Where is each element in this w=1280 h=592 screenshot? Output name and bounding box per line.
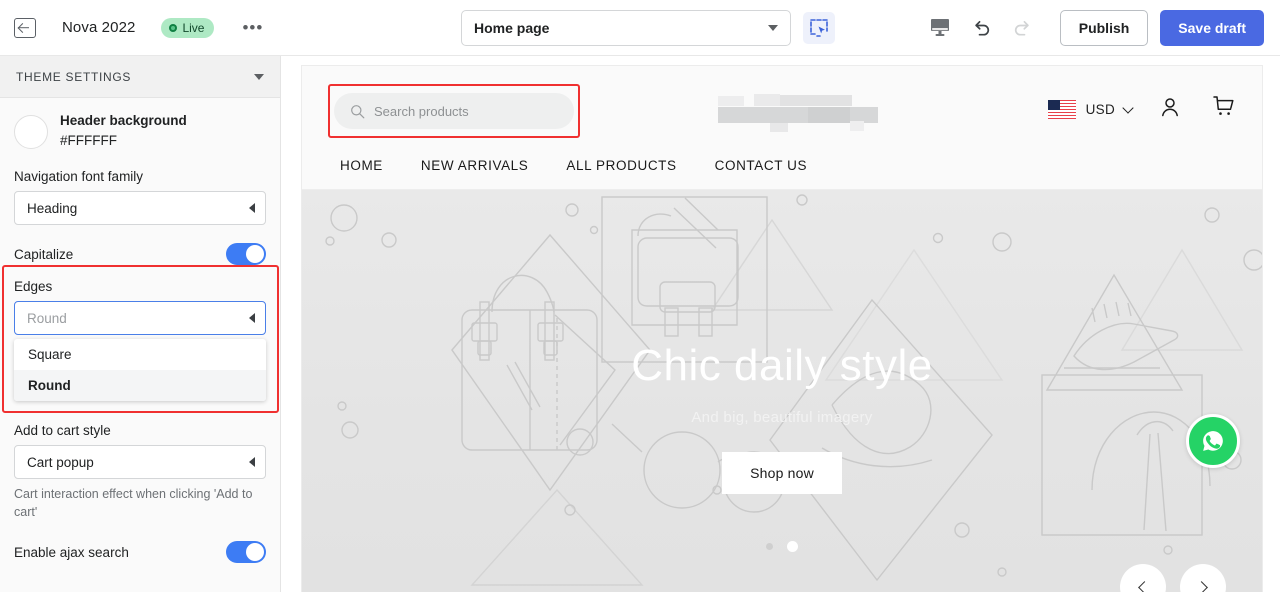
capitalize-label: Capitalize [14,246,74,262]
capitalize-toggle[interactable] [226,243,266,266]
save-draft-button[interactable]: Save draft [1160,10,1264,46]
theme-settings-header[interactable]: THEME SETTINGS [0,56,280,98]
toolbar-right-group: Publish Save draft [918,0,1264,56]
nav-item-home[interactable]: HOME [340,158,383,173]
redo-icon [1002,17,1042,39]
status-badge-live: Live [161,17,215,38]
shop-name-label: Nova 2022 [62,19,136,36]
toolbar-left-group: Nova 2022 Live ••• [0,17,269,38]
navigation-font-value: Heading [27,200,78,216]
chevron-down-icon[interactable] [1122,101,1134,114]
select-tool-button[interactable] [803,12,835,44]
carousel-dot-2[interactable] [787,541,799,553]
nav-item-contact-us[interactable]: CONTACT US [715,158,808,173]
edges-option-round[interactable]: Round [14,370,266,402]
publish-button[interactable]: Publish [1059,10,1149,46]
us-flag-icon [1047,100,1076,119]
more-options-button[interactable]: ••• [236,19,269,37]
edges-label: Edges [14,279,53,295]
whatsapp-chat-button[interactable] [1186,414,1240,468]
chevron-left-icon [249,203,255,214]
chevron-right-icon [1195,580,1208,592]
chevron-left-icon [249,313,255,324]
edges-setting: Edges Round Square Round [14,279,266,402]
add-to-cart-style-label: Add to cart style [14,423,111,439]
shopping-cart-icon[interactable] [1210,94,1236,125]
add-to-cart-help-text: Cart interaction effect when clicking 'A… [14,487,253,520]
chevron-left-icon [249,457,255,468]
page-selector-dropdown[interactable]: Home page [461,10,791,46]
search-icon [351,104,365,118]
carousel-dot-1[interactable] [765,543,773,551]
color-swatch[interactable] [14,114,48,149]
ajax-search-label: Enable ajax search [14,544,129,560]
user-account-icon[interactable] [1158,95,1182,124]
theme-settings-title: THEME SETTINGS [16,69,132,84]
hero-slider: Chic daily style And big, beautiful imag… [302,190,1262,592]
exit-editor-icon[interactable] [14,17,36,38]
chevron-down-icon [254,73,264,80]
search-input[interactable]: Search products [334,93,574,129]
sidebar-body: Header background #FFFFFF Navigation fon… [0,98,280,564]
edges-select-input[interactable]: Round [14,301,266,336]
currency-code-label: USD [1085,102,1115,117]
add-to-cart-style-select[interactable]: Cart popup [14,445,266,480]
toolbar-center-group: Home page [461,10,835,46]
add-to-cart-style-value: Cart popup [27,454,94,470]
edges-option-square[interactable]: Square [14,339,266,370]
store-header: Search products USD HOME NEW ARRIVALS AL… [302,66,1262,190]
add-to-cart-style-setting: Add to cart style Cart popup Cart intera… [14,423,266,521]
hero-subtitle: And big, beautiful imagery [691,409,873,427]
search-placeholder: Search products [374,103,469,119]
store-nav: HOME NEW ARRIVALS ALL PRODUCTS CONTACT U… [340,158,807,173]
capitalize-setting: Capitalize [14,243,266,266]
header-background-label: Header background [60,113,187,128]
header-background-value: #FFFFFF [60,132,117,148]
store-preview-frame: Search products USD HOME NEW ARRIVALS AL… [302,66,1262,592]
ajax-search-toggle[interactable] [226,541,266,564]
page-selector-value: Home page [474,20,550,36]
nav-item-all-products[interactable]: ALL PRODUCTS [566,158,676,173]
undo-icon[interactable] [962,17,1002,39]
edges-dropdown-list: Square Round [14,339,266,402]
shop-now-button[interactable]: Shop now [722,452,842,495]
ajax-search-setting: Enable ajax search [14,541,266,564]
store-header-actions: USD [1047,94,1236,125]
edges-placeholder: Round [27,310,67,326]
whatsapp-icon [1203,431,1223,451]
nav-item-new-arrivals[interactable]: NEW ARRIVALS [421,158,528,173]
select-tool-icon [810,19,828,37]
header-background-setting: Header background #FFFFFF [14,112,266,151]
chevron-left-icon [1138,580,1151,592]
desktop-monitor-icon[interactable] [918,17,962,39]
live-dot-icon [169,23,178,32]
live-badge-label: Live [182,20,205,35]
hero-content: Chic daily style And big, beautiful imag… [302,341,1262,495]
chevron-down-icon [768,25,778,31]
navigation-font-setting: Navigation font family Heading [14,169,266,226]
navigation-font-select[interactable]: Heading [14,191,266,226]
theme-settings-sidebar: THEME SETTINGS Header background #FFFFFF… [0,56,281,592]
store-logo-placeholder [710,94,890,132]
top-toolbar: Nova 2022 Live ••• Home page Publish Sav… [0,0,1280,56]
hero-title: Chic daily style [631,341,933,390]
carousel-dots [302,538,1262,556]
navigation-font-label: Navigation font family [14,169,144,185]
